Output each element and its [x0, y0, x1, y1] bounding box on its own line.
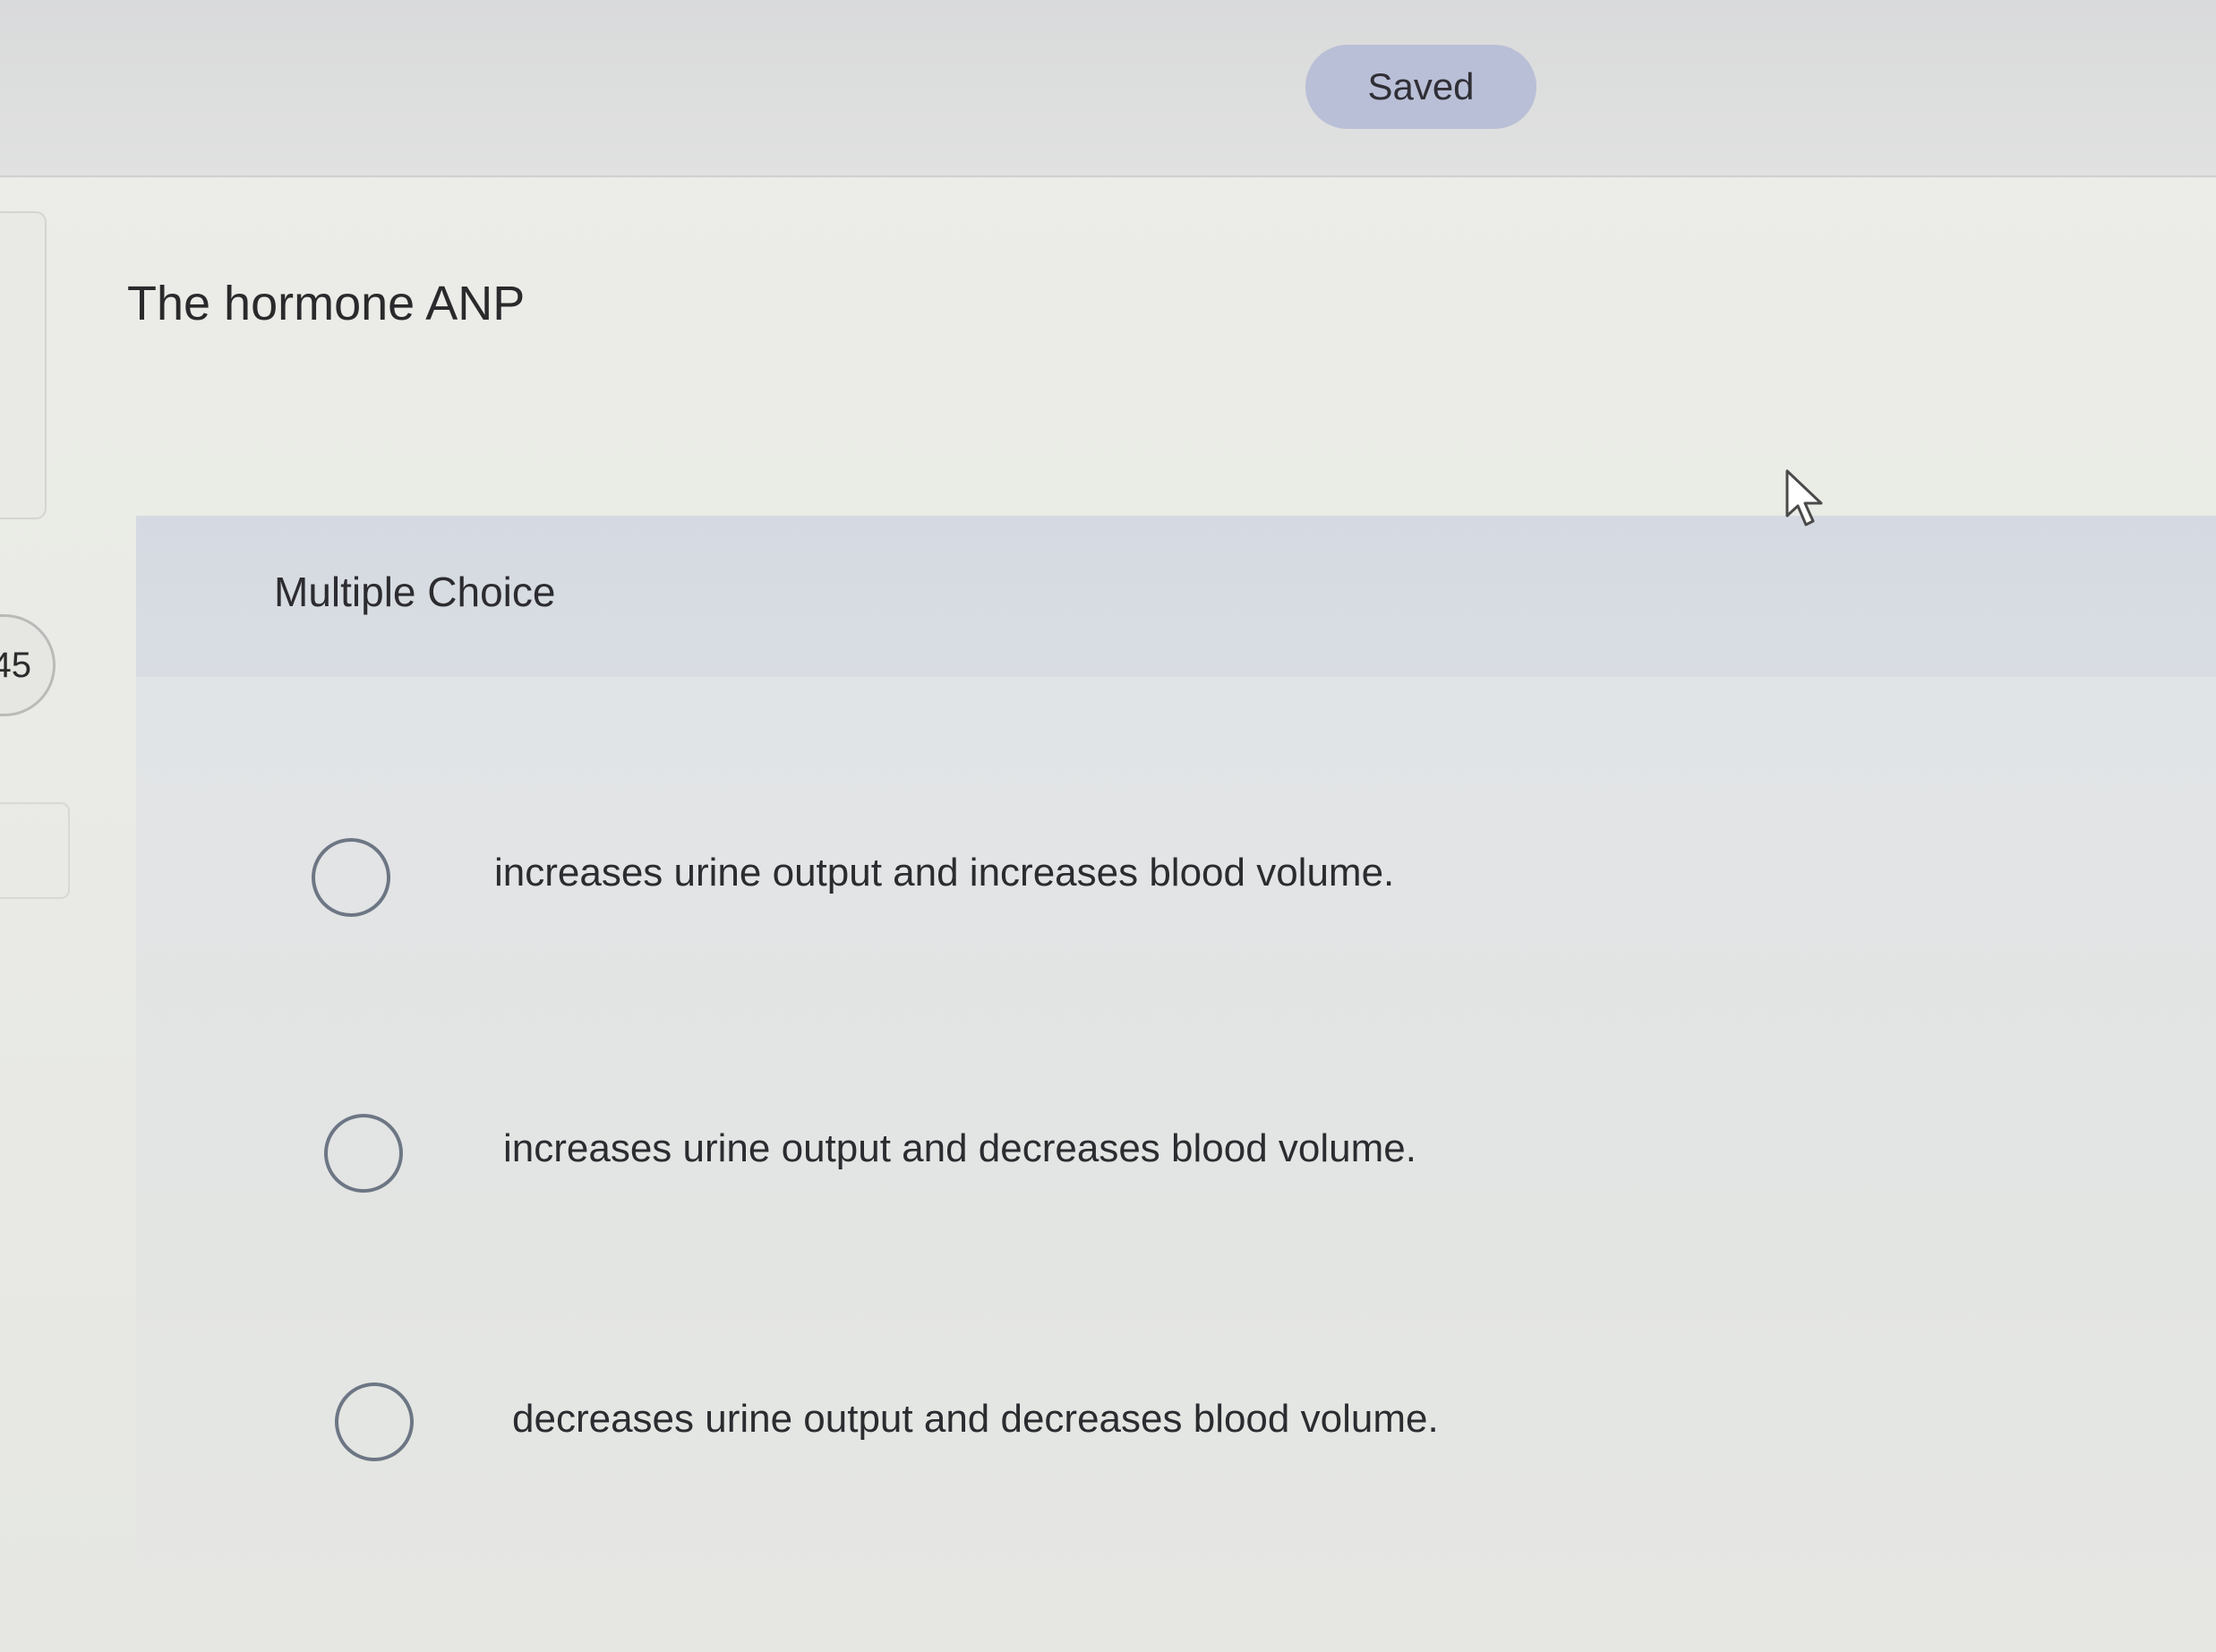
answer-option-label[interactable]: decreases urine output and decreases blo…: [512, 1397, 1439, 1442]
answer-option-1[interactable]: increases urine output and increases blo…: [136, 811, 2216, 954]
left-side-panel: [0, 211, 47, 519]
saved-status-badge: Saved: [1305, 45, 1536, 129]
left-side-box: [0, 802, 70, 899]
question-prompt: The hormone ANP: [127, 277, 526, 330]
answer-option-label[interactable]: increases urine output and decreases blo…: [503, 1126, 1416, 1171]
top-bar: Saved: [0, 0, 2216, 177]
answer-options: increases urine output and increases blo…: [136, 677, 2216, 1652]
quiz-page: Saved 45 The hormone ANP Multiple Choice…: [0, 0, 2216, 1652]
question-type-label: Multiple Choice: [274, 569, 556, 615]
answer-option-3[interactable]: decreases urine output and decreases blo…: [136, 1356, 2216, 1499]
question-number-badge[interactable]: 45: [0, 614, 56, 716]
answer-option-2[interactable]: increases urine output and decreases blo…: [136, 1087, 2216, 1230]
radio-button-icon[interactable]: [324, 1114, 403, 1193]
radio-button-icon[interactable]: [335, 1382, 414, 1461]
question-type-header: Multiple Choice: [136, 516, 2216, 677]
radio-button-icon[interactable]: [312, 838, 390, 917]
answer-option-label[interactable]: increases urine output and increases blo…: [494, 851, 1394, 895]
mouse-pointer-icon: [1785, 469, 1823, 526]
